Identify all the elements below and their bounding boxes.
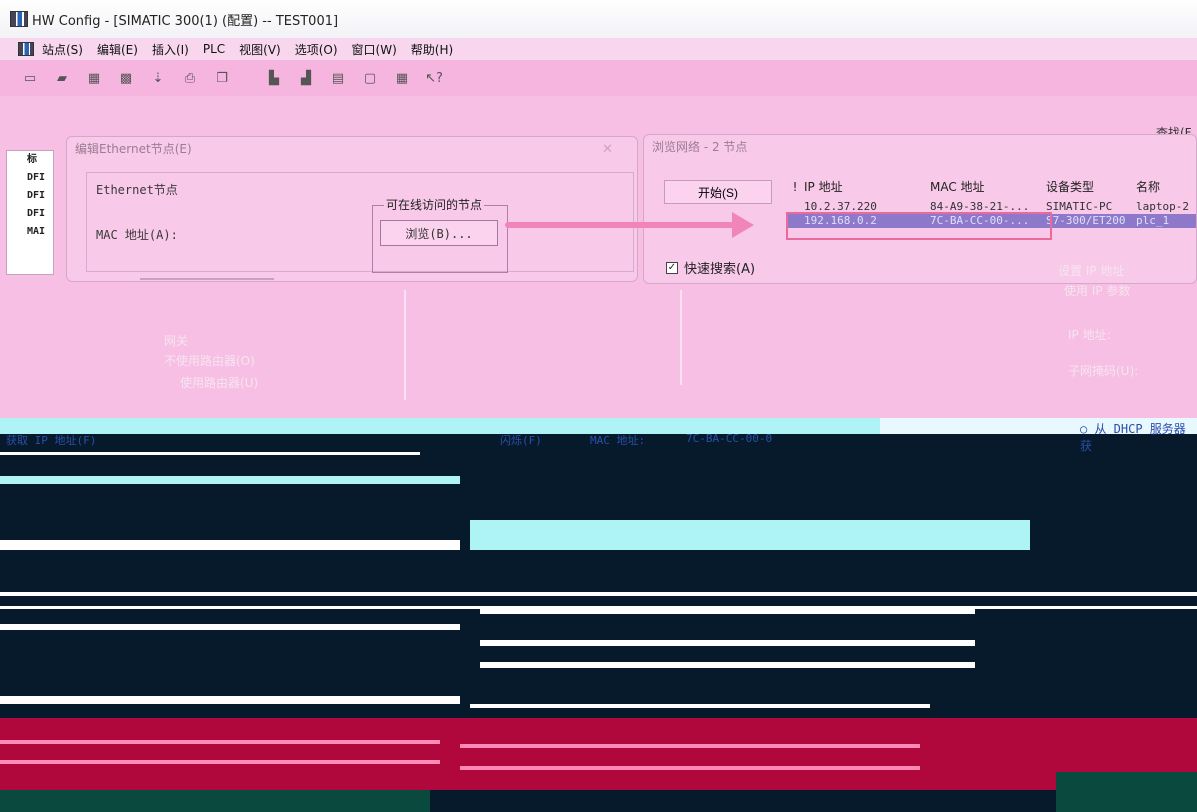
glitch — [470, 520, 1030, 550]
module-list-item[interactable]: DFI — [27, 169, 53, 187]
glitch — [480, 640, 975, 646]
menu-edit[interactable]: 编辑(E) — [97, 41, 138, 58]
use-ip-label: 使用 IP 参数 — [1064, 284, 1131, 298]
browse-network-title: 浏览网络 - 2 节点 — [652, 140, 748, 154]
annotation-arrow — [505, 222, 750, 228]
download-icon[interactable]: ⇣ — [148, 69, 168, 87]
glitch — [0, 592, 1197, 596]
save-icon[interactable]: ▦ — [84, 69, 104, 87]
module-list-item[interactable]: MAI — [27, 223, 53, 241]
glitch — [0, 624, 460, 630]
window-title: HW Config - [SIMATIC 300(1) (配置) -- TEST… — [32, 13, 339, 29]
divider — [404, 290, 406, 400]
gateway-label: 网关 — [164, 334, 189, 348]
lower-mac-value: 7C-BA-CC-00-0 — [686, 432, 773, 445]
menu-options[interactable]: 选项(O) — [295, 41, 338, 58]
module-list: 标 DFI DFI DFI MAI — [6, 150, 54, 275]
help-icon[interactable]: ↖? — [424, 69, 444, 87]
no-router-option[interactable]: 不使用路由器(O) — [164, 352, 255, 369]
col-type[interactable]: 设备类型 — [1046, 180, 1136, 194]
module-list-item[interactable]: DFI — [27, 187, 53, 205]
copy-icon[interactable]: ❐ — [212, 69, 232, 87]
annotation-arrow-head — [732, 212, 754, 238]
glitch — [470, 704, 930, 708]
col-mac[interactable]: MAC 地址 — [930, 180, 1046, 194]
ip-address-label: IP 地址: — [1068, 328, 1111, 342]
station2-icon[interactable]: ▟ — [296, 69, 316, 87]
window-icon[interactable]: ▢ — [360, 69, 380, 87]
col-name[interactable]: 名称 — [1136, 180, 1196, 194]
flash-label[interactable]: 闪烁(F) — [500, 432, 542, 448]
row-name: plc_1 — [1136, 214, 1170, 227]
glitch — [0, 696, 460, 704]
col-flag[interactable]: ! — [786, 180, 804, 194]
red-band — [0, 718, 1197, 790]
quick-search-option[interactable]: ✓ 快速搜索(A) — [666, 258, 755, 277]
glitch — [0, 760, 440, 764]
station-icon[interactable]: ▙ — [264, 69, 284, 87]
row-type: SIMATIC-PC — [1046, 200, 1113, 213]
browse-button[interactable]: 浏览(B)... — [380, 220, 498, 246]
get-ip-label: 获取 IP 地址(F) — [6, 434, 97, 447]
glitch — [480, 606, 975, 614]
menu-insert[interactable]: 插入(I) — [152, 41, 189, 58]
green-band-right — [1056, 772, 1197, 812]
glitch — [0, 452, 420, 455]
menu-bar: 站点(S) 编辑(E) 插入(I) PLC 视图(V) 选项(O) 窗口(W) … — [0, 38, 1197, 60]
ip-settings-label: 设置 IP 地址 — [1058, 264, 1125, 278]
dhcp-option[interactable]: ○ 从 DHCP 服务器获 — [1080, 420, 1197, 454]
catalog-icon[interactable]: ▤ — [328, 69, 348, 87]
glitch — [0, 740, 440, 744]
glitch — [0, 476, 460, 484]
annotation-arrow-down — [680, 290, 682, 385]
module-list-item[interactable]: DFI — [27, 205, 53, 223]
selection-highlight-box — [786, 212, 1052, 240]
menu-window[interactable]: 窗口(W) — [352, 41, 397, 58]
ethernet-node-label: Ethernet节点 — [96, 183, 178, 197]
title-bar: HW Config - [SIMATIC 300(1) (配置) -- TEST… — [0, 0, 1197, 38]
subnet-mask-label: 子网掩码(U): — [1068, 364, 1139, 378]
close-icon[interactable]: ✕ — [602, 142, 613, 157]
quick-search-label: 快速搜索(A) — [684, 262, 756, 277]
hw-config-icon — [10, 11, 28, 27]
menu-app-icon[interactable] — [18, 42, 34, 56]
glitch — [460, 744, 920, 748]
accessible-nodes-title: 可在线访问的节点 — [384, 196, 485, 213]
lower-mac-label: MAC 地址: — [590, 434, 646, 447]
edit-ethernet-title: 编辑Ethernet节点(E) — [75, 142, 192, 156]
menu-help[interactable]: 帮助(H) — [411, 41, 453, 58]
network-icon[interactable]: ▦ — [392, 69, 412, 87]
glitch — [480, 662, 975, 668]
table-header: ! IP 地址 MAC 地址 设备类型 名称 — [786, 180, 1196, 194]
col-ip[interactable]: IP 地址 — [804, 180, 930, 194]
menu-station[interactable]: 站点(S) — [42, 41, 83, 58]
menu-view[interactable]: 视图(V) — [239, 41, 281, 58]
glitch — [460, 766, 920, 770]
green-band — [0, 790, 430, 812]
quick-search-checkbox[interactable]: ✓ — [666, 261, 678, 274]
use-router-option[interactable]: 使用路由器(U) — [180, 374, 258, 391]
row-type: S7-300/ET200 — [1046, 214, 1126, 227]
module-list-header: 标 — [27, 154, 37, 165]
mac-address-label: MAC 地址(A): — [96, 228, 178, 242]
open-icon[interactable]: ▰ — [52, 69, 72, 87]
menu-plc[interactable]: PLC — [203, 42, 225, 56]
new-icon[interactable]: ▭ — [20, 69, 40, 87]
mac-address-field[interactable] — [140, 278, 274, 280]
toolbar: ▭ ▰ ▦ ▩ ⇣ ⎙ ❐ ▙ ▟ ▤ ▢ ▦ ↖? — [0, 60, 1197, 96]
compile-icon[interactable]: ▩ — [116, 69, 136, 87]
row-name: laptop-2 — [1136, 200, 1189, 213]
glitch — [0, 540, 460, 550]
start-button[interactable]: 开始(S) — [664, 180, 772, 204]
print-icon[interactable]: ⎙ — [180, 69, 200, 87]
